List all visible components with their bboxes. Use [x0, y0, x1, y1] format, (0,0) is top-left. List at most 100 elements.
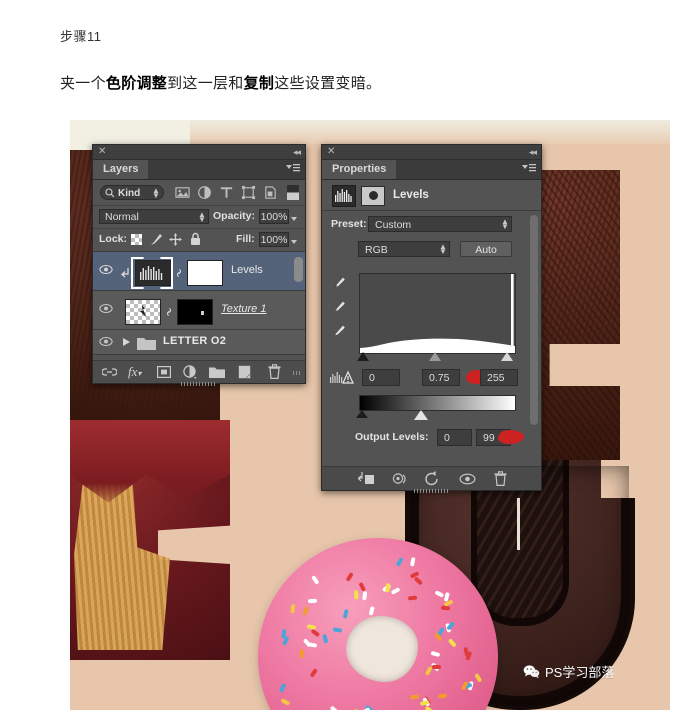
properties-panel-titlebar[interactable]: ✕ ◂◂: [322, 145, 541, 160]
input-white-field[interactable]: 255: [480, 369, 518, 386]
layers-panel-titlebar[interactable]: ✕ ◂◂: [93, 145, 305, 160]
step-description-bold-2: 复制: [243, 75, 275, 92]
lock-image-pixels-icon[interactable]: [150, 233, 163, 246]
texture-layer-mask-thumbnail[interactable]: [177, 299, 213, 325]
filter-kind-dropdown[interactable]: Kind ▲ ▼: [100, 185, 164, 200]
input-black-field[interactable]: 0: [362, 369, 400, 386]
new-layer-icon[interactable]: [238, 365, 251, 379]
layers-list[interactable]: Levels Texture 1 LETTER O2: [93, 251, 305, 355]
blend-mode-dropdown[interactable]: Normal ▲ ▼: [99, 209, 209, 224]
preset-label: Preset:: [331, 218, 367, 230]
blend-mode-row[interactable]: Normal ▲ ▼ Opacity: 100%: [93, 205, 305, 228]
tab-properties[interactable]: Properties: [322, 160, 397, 179]
adjustment-layer-filter-icon[interactable]: [197, 185, 212, 200]
layer-mask-icon[interactable]: [361, 186, 385, 206]
set-black-point-eyedropper-icon[interactable]: [332, 276, 346, 290]
fill-value[interactable]: 100%: [259, 232, 289, 247]
set-white-point-eyedropper-icon[interactable]: [332, 324, 346, 338]
input-black-slider[interactable]: [357, 352, 369, 361]
output-levels-row[interactable]: Output Levels: 0 99: [322, 426, 541, 448]
panel-menu-icon[interactable]: [286, 163, 300, 178]
shape-layer-filter-icon[interactable]: [241, 185, 256, 200]
panel-bottom-grip[interactable]: [414, 489, 448, 493]
new-adjustment-layer-icon[interactable]: [183, 365, 197, 379]
input-gamma-field[interactable]: 0.75: [422, 369, 460, 386]
layers-panel-footer[interactable]: fx▾: [93, 360, 305, 383]
panel-menu-icon[interactable]: [522, 163, 536, 178]
opacity-value[interactable]: 100%: [259, 209, 289, 224]
properties-scrollbar-thumb[interactable]: [530, 215, 538, 425]
layer-row-letter-o2[interactable]: LETTER O2: [93, 330, 305, 355]
layer-name-letter-o2: LETTER O2: [163, 335, 227, 347]
delete-layer-icon[interactable]: [268, 364, 281, 379]
layers-scrollbar-thumb[interactable]: [294, 257, 303, 282]
toggle-layer-visibility-icon[interactable]: [459, 473, 476, 485]
reset-adjustment-icon[interactable]: [424, 471, 440, 486]
input-gamma-slider[interactable]: [429, 352, 441, 361]
levels-layer-mask-thumbnail[interactable]: [187, 260, 223, 286]
add-layer-mask-icon[interactable]: [157, 366, 171, 378]
preset-row[interactable]: Preset: Custom ▲ ▼: [322, 211, 541, 237]
layers-filter-row[interactable]: Kind ▲ ▼: [93, 180, 305, 205]
opacity-dropdown-icon[interactable]: [291, 212, 297, 224]
output-white-slider[interactable]: [414, 410, 428, 420]
levels-histogram[interactable]: [359, 273, 516, 354]
layer-style-fx-icon[interactable]: fx▾: [128, 364, 141, 380]
adjustment-header-row: Levels: [322, 180, 541, 211]
panel-bottom-grip[interactable]: [181, 382, 215, 386]
texture-layer-thumbnail[interactable]: [125, 299, 161, 325]
pixel-layer-filter-icon[interactable]: [175, 185, 190, 200]
output-black-slider[interactable]: [356, 410, 368, 418]
close-icon[interactable]: ✕: [327, 146, 335, 158]
group-expand-triangle-icon[interactable]: [123, 338, 130, 346]
fill-dropdown-icon[interactable]: [291, 235, 297, 247]
filter-kind-stepper[interactable]: ▲ ▼: [152, 187, 160, 200]
blend-mode-stepper[interactable]: ▲ ▼: [198, 211, 206, 224]
wechat-icon: [523, 665, 540, 679]
type-layer-filter-icon[interactable]: [219, 185, 234, 200]
delete-adjustment-icon[interactable]: [494, 471, 507, 486]
levels-input-sliders[interactable]: [357, 351, 514, 363]
channel-stepper[interactable]: ▲ ▼: [439, 243, 447, 256]
clip-to-layer-icon[interactable]: [358, 472, 375, 486]
channel-row[interactable]: RGB ▲ ▼ Auto: [322, 237, 541, 263]
eye-icon[interactable]: [99, 336, 113, 347]
step-label: 步骤11: [60, 29, 102, 44]
panel-resize-grip[interactable]: [293, 371, 302, 375]
set-gray-point-eyedropper-icon[interactable]: [332, 300, 346, 314]
properties-panel-footer[interactable]: [322, 466, 541, 490]
new-group-icon[interactable]: [209, 366, 225, 378]
properties-panel-tabbar[interactable]: Properties: [322, 160, 541, 180]
layers-panel[interactable]: ✕ ◂◂ Layers Kind ▲ ▼ Normal ▲ ▼ Opacity:…: [92, 144, 306, 386]
lock-all-icon[interactable]: [189, 232, 202, 246]
close-icon[interactable]: ✕: [98, 146, 106, 158]
preset-stepper[interactable]: ▲ ▼: [501, 218, 509, 231]
levels-icon[interactable]: [332, 185, 356, 207]
auto-button[interactable]: Auto: [460, 241, 512, 257]
link-mask-icon[interactable]: [165, 307, 173, 317]
tab-layers[interactable]: Layers: [93, 160, 149, 179]
input-white-slider[interactable]: [501, 352, 513, 361]
view-previous-state-icon[interactable]: [392, 472, 409, 486]
layers-panel-tabbar[interactable]: Layers: [93, 160, 305, 180]
layer-row-levels[interactable]: Levels: [93, 252, 305, 291]
lock-transparent-pixels-icon[interactable]: [131, 234, 142, 245]
double-chevron-icon[interactable]: ◂◂: [529, 146, 537, 159]
filter-toggle-icon[interactable]: [287, 185, 299, 200]
lock-row[interactable]: Lock: Fill: 100%: [93, 228, 305, 251]
eye-icon[interactable]: [99, 303, 113, 314]
lock-position-icon[interactable]: [169, 233, 182, 246]
eye-icon[interactable]: [99, 264, 113, 275]
donut-hole: [346, 616, 418, 682]
preset-dropdown[interactable]: Custom ▲ ▼: [368, 216, 512, 232]
properties-panel[interactable]: ✕ ◂◂ Properties Levels Preset: Custom ▲ …: [321, 144, 542, 493]
link-layers-icon[interactable]: [102, 366, 117, 378]
levels-thumbnail[interactable]: [135, 260, 171, 286]
smart-object-filter-icon[interactable]: [263, 185, 278, 200]
link-mask-icon[interactable]: [175, 268, 183, 278]
channel-dropdown[interactable]: RGB ▲ ▼: [358, 241, 450, 257]
output-black-field[interactable]: 0: [437, 429, 472, 446]
input-levels-row[interactable]: 0 0.75 255: [322, 367, 541, 389]
double-chevron-icon[interactable]: ◂◂: [293, 146, 301, 159]
layer-row-texture-1[interactable]: Texture 1: [93, 291, 305, 330]
